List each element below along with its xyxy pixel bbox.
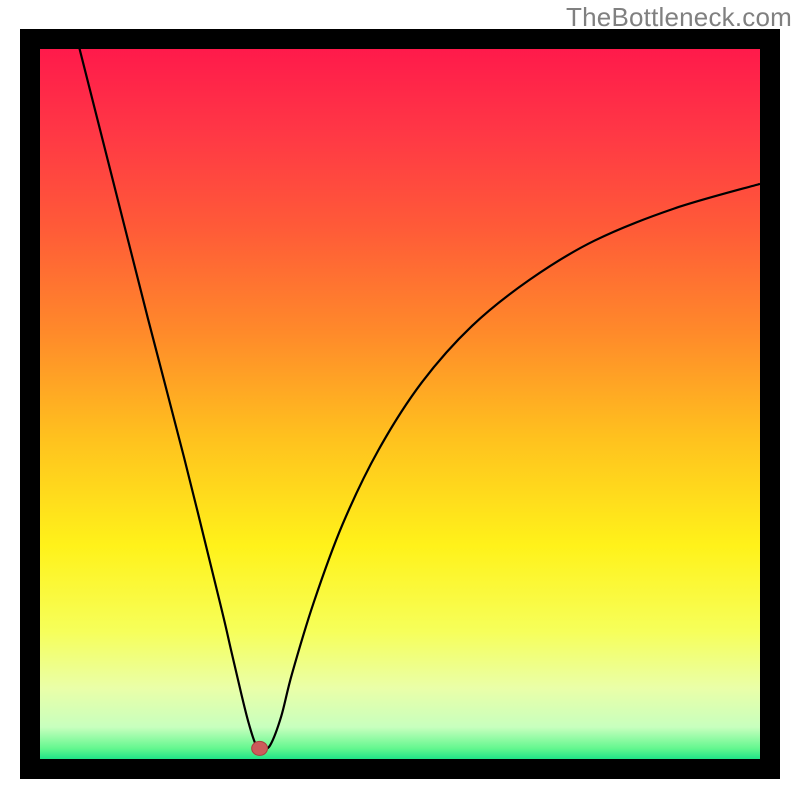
plot-svg	[40, 49, 760, 759]
plot-frame	[20, 29, 780, 779]
gradient-background	[40, 49, 760, 759]
optimal-point-marker	[252, 741, 268, 755]
watermark-text: TheBottleneck.com	[566, 2, 792, 33]
chart-container: TheBottleneck.com	[0, 0, 800, 800]
plot-area	[40, 49, 760, 759]
